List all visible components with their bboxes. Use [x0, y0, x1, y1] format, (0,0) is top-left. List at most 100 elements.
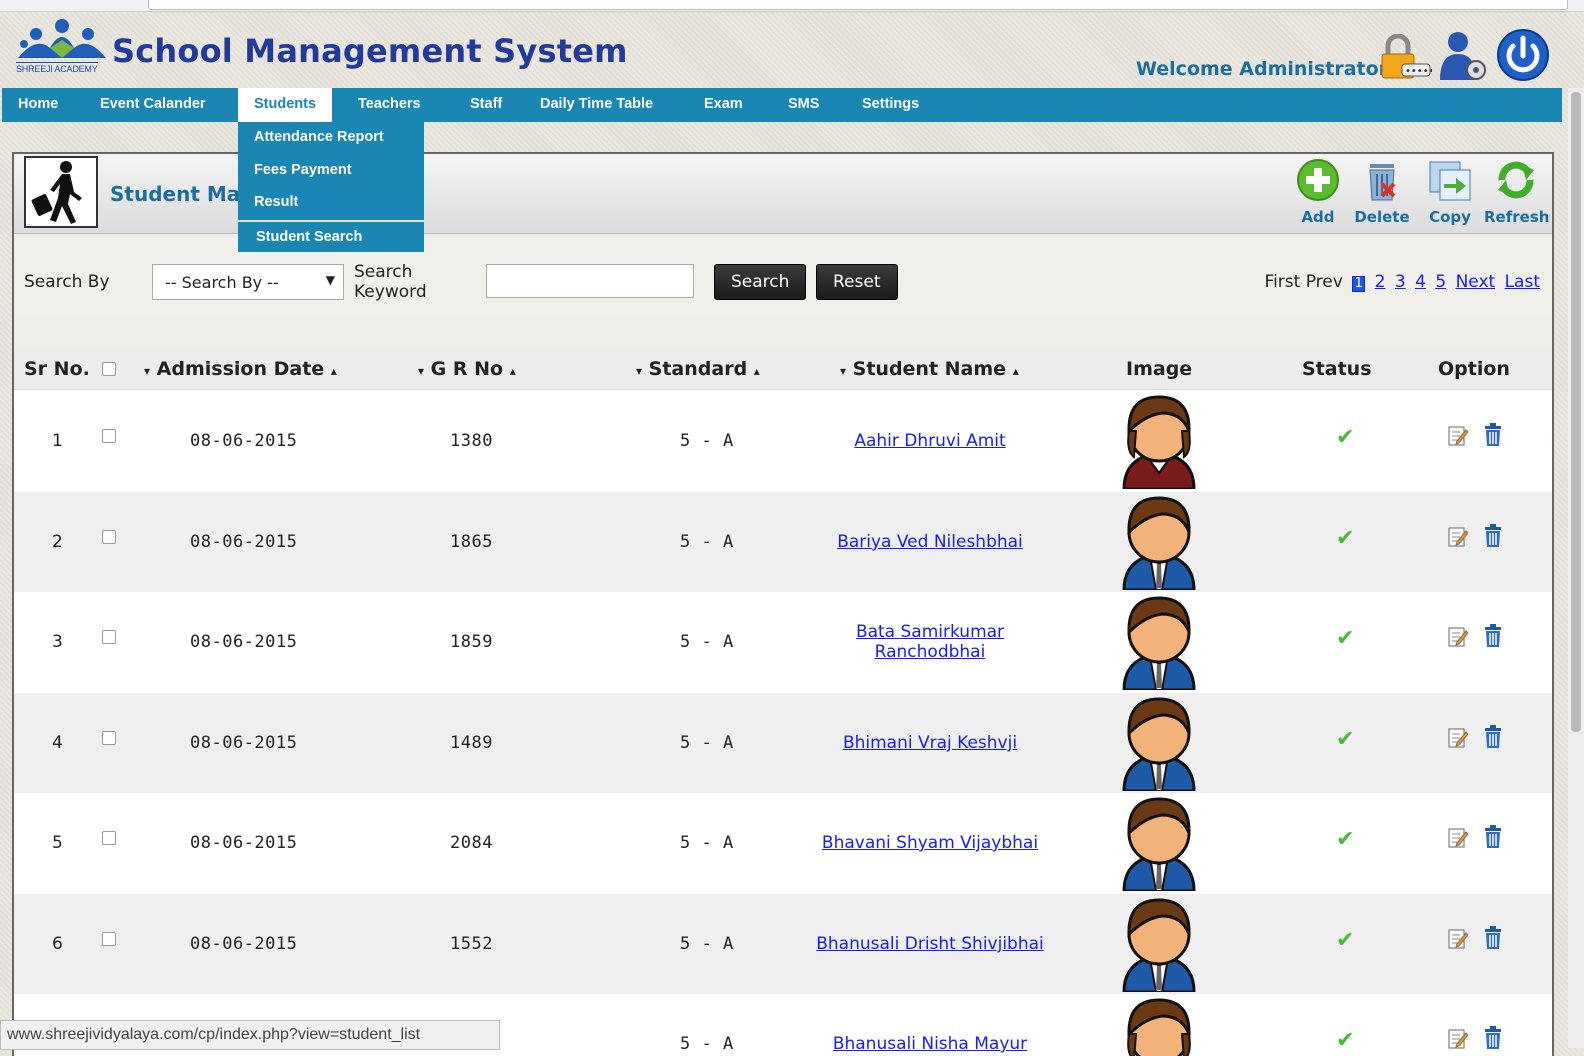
search-keyword-label: Search Keyword	[354, 262, 427, 302]
sort-desc-icon[interactable]: ▾	[840, 364, 846, 378]
status-active-check-icon[interactable]: ✔	[1336, 425, 1354, 450]
delete-label: Delete	[1354, 208, 1410, 226]
student-name-link[interactable]: Bhanusali Nisha Mayur	[800, 1034, 1060, 1054]
nav-students[interactable]: Students	[238, 88, 333, 122]
add-icon	[1297, 159, 1339, 201]
col-student-name[interactable]: ▾ Student Name ▴	[840, 358, 1019, 380]
delete-row-icon[interactable]	[1484, 423, 1502, 451]
row-checkbox[interactable]	[102, 630, 116, 644]
sort-asc-icon[interactable]: ▴	[510, 364, 516, 378]
col-admission-date[interactable]: ▾ Admission Date ▴	[144, 358, 337, 380]
delete-row-icon[interactable]	[1484, 1026, 1502, 1054]
add-button[interactable]: Add	[1286, 158, 1350, 226]
lock-password-icon[interactable]: •••••	[1380, 33, 1435, 84]
row-checkbox[interactable]	[102, 731, 116, 745]
dropdown-arrow-icon: ▼	[325, 273, 335, 287]
pager-next[interactable]: Next	[1456, 272, 1496, 292]
pager-first: First	[1264, 272, 1301, 292]
address-bar[interactable]	[148, 0, 1568, 10]
student-name-text: Bariya Ved Nileshbhai	[837, 532, 1023, 552]
delete-row-icon[interactable]	[1484, 524, 1502, 552]
delete-row-icon[interactable]	[1484, 624, 1502, 652]
admission-date-cell: 08-06-2015	[190, 532, 298, 552]
status-active-check-icon[interactable]: ✔	[1336, 1028, 1354, 1053]
pager-page-2[interactable]: 2	[1375, 272, 1386, 292]
col-image: Image	[1126, 358, 1193, 380]
nav-staff[interactable]: Staff	[454, 88, 518, 122]
select-all-checkbox[interactable]	[102, 362, 116, 376]
sort-desc-icon[interactable]: ▾	[636, 364, 642, 378]
nav-teachers[interactable]: Teachers	[342, 88, 437, 122]
students-dropdown-menu: Attendance Report Fees Payment Result St…	[238, 122, 424, 252]
copy-button[interactable]: Copy	[1418, 158, 1482, 226]
search-button[interactable]: Search	[714, 264, 807, 300]
browser-address-strip	[0, 0, 1584, 12]
reset-button[interactable]: Reset	[816, 264, 898, 300]
student-name-link[interactable]: Bata Samirkumar Ranchodbhai	[800, 622, 1060, 662]
status-active-check-icon[interactable]: ✔	[1336, 727, 1354, 752]
menu-result[interactable]: Result	[238, 187, 424, 220]
row-checkbox[interactable]	[102, 932, 116, 946]
edit-icon[interactable]	[1448, 626, 1469, 652]
nav-exam[interactable]: Exam	[688, 88, 759, 122]
nav-sms[interactable]: SMS	[772, 88, 835, 122]
nav-event-calander[interactable]: Event Calander	[84, 88, 222, 122]
edit-icon[interactable]	[1448, 425, 1469, 451]
standard-cell: 5 - A	[680, 632, 734, 652]
student-name-link[interactable]: Bhanusali Drisht Shivjibhai	[800, 934, 1060, 954]
status-active-check-icon[interactable]: ✔	[1336, 827, 1354, 852]
delete-row-icon[interactable]	[1484, 825, 1502, 853]
sort-asc-icon[interactable]: ▴	[1013, 364, 1019, 378]
pager-page-4[interactable]: 4	[1415, 272, 1426, 292]
student-name-link[interactable]: Bariya Ved Nileshbhai	[800, 532, 1060, 552]
school-logo: SHREEJI ACADEMY	[14, 18, 110, 76]
sort-desc-icon[interactable]: ▾	[144, 364, 150, 378]
sort-asc-icon[interactable]: ▴	[331, 364, 337, 378]
col-gr-no[interactable]: ▾ G R No ▴	[418, 358, 516, 380]
student-name-link[interactable]: Bhimani Vraj Keshvji	[800, 733, 1060, 753]
gr-no-cell: 1865	[450, 532, 493, 552]
sort-asc-icon[interactable]: ▴	[754, 364, 760, 378]
nav-settings[interactable]: Settings	[846, 88, 935, 122]
female-avatar-icon	[1118, 391, 1200, 491]
scrollbar-thumb[interactable]	[1571, 92, 1581, 732]
pager-page-3[interactable]: 3	[1395, 272, 1406, 292]
page-scrollbar[interactable]	[1568, 88, 1584, 1048]
sr-no-cell: 4	[52, 733, 63, 753]
student-name-link[interactable]: Aahir Dhruvi Amit	[800, 431, 1060, 451]
menu-student-search[interactable]: Student Search	[238, 219, 424, 252]
student-name-text: Bhanusali Drisht Shivjibhai	[816, 934, 1044, 954]
user-settings-icon[interactable]	[1436, 30, 1488, 86]
keyword-label-line1: Search	[354, 262, 413, 282]
menu-attendance-report[interactable]: Attendance Report	[238, 122, 424, 155]
status-active-check-icon[interactable]: ✔	[1336, 526, 1354, 551]
refresh-button[interactable]: Refresh	[1484, 158, 1549, 226]
pager-page-5[interactable]: 5	[1435, 272, 1446, 292]
status-active-check-icon[interactable]: ✔	[1336, 928, 1354, 953]
menu-fees-payment[interactable]: Fees Payment	[238, 155, 424, 188]
sort-desc-icon[interactable]: ▾	[418, 364, 424, 378]
edit-icon[interactable]	[1448, 928, 1469, 954]
student-name-link[interactable]: Bhavani Shyam Vijaybhai	[800, 833, 1060, 853]
status-active-check-icon[interactable]: ✔	[1336, 626, 1354, 651]
nav-home[interactable]: Home	[2, 88, 74, 122]
delete-row-icon[interactable]	[1484, 725, 1502, 753]
nav-daily-time-table[interactable]: Daily Time Table	[524, 88, 669, 122]
power-logout-icon[interactable]	[1496, 28, 1550, 86]
row-checkbox[interactable]	[102, 530, 116, 544]
student-panel: Student Management Add Delete Copy Refre…	[12, 152, 1554, 1056]
row-checkbox[interactable]	[102, 429, 116, 443]
pager-last[interactable]: Last	[1505, 272, 1540, 292]
gr-no-cell: 1859	[450, 632, 493, 652]
trash-icon	[1369, 164, 1396, 201]
search-by-select[interactable]: -- Search By -- ▼	[152, 264, 344, 300]
col-standard[interactable]: ▾ Standard ▴	[636, 358, 760, 380]
edit-icon[interactable]	[1448, 1028, 1469, 1054]
row-checkbox[interactable]	[102, 831, 116, 845]
delete-row-icon[interactable]	[1484, 926, 1502, 954]
edit-icon[interactable]	[1448, 526, 1469, 552]
delete-button[interactable]: Delete	[1350, 158, 1414, 226]
search-keyword-input[interactable]	[486, 264, 694, 298]
edit-icon[interactable]	[1448, 827, 1469, 853]
edit-icon[interactable]	[1448, 727, 1469, 753]
